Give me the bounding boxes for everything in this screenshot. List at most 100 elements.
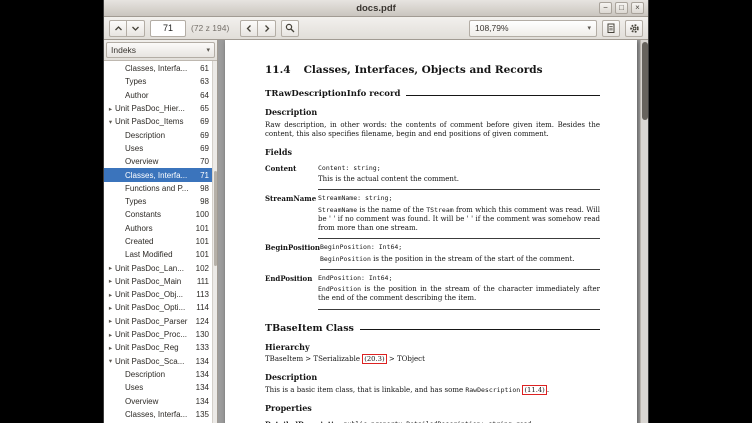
zoom-value: 108,79%	[475, 23, 509, 33]
text-span: TBaseItem > TSerializable	[265, 355, 362, 363]
tree-item[interactable]: Types63	[104, 75, 217, 88]
record-heading: TRawDescriptionInfo record	[265, 89, 600, 99]
tree-item[interactable]: ▸Unit PasDoc_Lan...102	[104, 261, 217, 274]
tree-item-page: 64	[200, 91, 209, 100]
maximize-button[interactable]: □	[615, 2, 628, 14]
tree-item[interactable]: Created101	[104, 235, 217, 248]
class-heading: TBaseItem Class	[265, 323, 600, 334]
tree-item-page: 98	[200, 184, 209, 193]
zoom-combo[interactable]: 108,79% ▾	[469, 20, 597, 37]
sidebar-scrollbar[interactable]	[212, 61, 217, 423]
property-row: DetailedDescriptionpublic property Detai…	[265, 416, 600, 423]
sidebar-scrollbar-thumb[interactable]	[214, 171, 217, 266]
expander-closed-icon[interactable]: ▸	[106, 317, 115, 325]
tree-item-page: 134	[196, 357, 209, 366]
tree-item[interactable]: ▸Unit PasDoc_Proc...130	[104, 328, 217, 341]
chevron-left-icon	[245, 24, 254, 33]
menu-button[interactable]	[625, 20, 643, 37]
document-scrollbar-thumb[interactable]	[642, 42, 648, 120]
document-scrollbar[interactable]	[640, 40, 648, 423]
page-nav-group	[109, 20, 145, 37]
tree-item[interactable]: Classes, Interfa...61	[104, 62, 217, 75]
tree-item[interactable]: Last Modified101	[104, 248, 217, 261]
pdf-viewer-window: docs.pdf − □ × (72 z 194)	[104, 0, 648, 423]
tree-item-label: Created	[125, 237, 193, 246]
text-span: This is the actual content the comment.	[318, 175, 459, 183]
tree-item-label: Unit PasDoc_Items	[115, 117, 197, 126]
tree-item[interactable]: Description69	[104, 128, 217, 141]
tree-item-page: 69	[200, 117, 209, 126]
chevron-down-icon: ▾	[206, 46, 210, 54]
page-number-input[interactable]	[150, 20, 186, 37]
section-heading: 11.4 Classes, Interfaces, Objects and Re…	[265, 64, 600, 76]
page-ref-link[interactable]: (20.3)	[362, 354, 386, 364]
field-row: ContentContent: string;This is the actua…	[265, 160, 600, 191]
tree-item[interactable]: Overview134	[104, 394, 217, 407]
expander-closed-icon[interactable]: ▸	[106, 105, 115, 113]
search-button[interactable]	[281, 20, 299, 37]
declaration-code: Content: string;	[318, 164, 548, 173]
tree-item-page: 133	[196, 343, 209, 352]
record-title: TRawDescriptionInfo record	[265, 89, 400, 99]
next-page-button[interactable]	[127, 20, 145, 37]
history-nav-group	[240, 20, 276, 37]
heading-rule	[406, 95, 600, 96]
declaration-code: StreamName: string;	[318, 194, 548, 203]
text-span: is the position in the stream of the cha…	[318, 285, 600, 302]
tree-item-label: Unit PasDoc_Lan...	[115, 264, 193, 273]
tree-item[interactable]: Classes, Interfa...135	[104, 408, 217, 421]
index-tree: Classes, Interfa...61Types63Author64▸Uni…	[104, 61, 217, 423]
tree-item[interactable]: ▸Unit PasDoc_Main111	[104, 275, 217, 288]
tree-item-page: 102	[196, 264, 209, 273]
tree-item[interactable]: Constants100	[104, 208, 217, 221]
field-body: EndPosition: Int64;EndPosition is the po…	[318, 274, 600, 310]
declaration-code: EndPosition: Int64;	[318, 274, 548, 283]
tree-item[interactable]: ▸Unit PasDoc_Obj...113	[104, 288, 217, 301]
tree-item-page: 113	[196, 290, 209, 299]
page-view-button[interactable]	[602, 20, 620, 37]
tree-item[interactable]: ▸Unit PasDoc_Reg133	[104, 341, 217, 354]
sidebar-mode-combo[interactable]: Indeks ▾	[106, 42, 215, 58]
expander-closed-icon[interactable]: ▸	[106, 344, 115, 352]
tree-item[interactable]: Uses69	[104, 142, 217, 155]
tree-item-label: Uses	[125, 144, 197, 153]
close-button[interactable]: ×	[631, 2, 644, 14]
tree-item[interactable]: Types98	[104, 195, 217, 208]
tree-item[interactable]: ▸Unit PasDoc_Parser124	[104, 315, 217, 328]
expander-open-icon[interactable]: ▾	[106, 357, 115, 365]
previous-page-button[interactable]	[109, 20, 127, 37]
expander-closed-icon[interactable]: ▸	[106, 331, 115, 339]
tree-item[interactable]: ▸Unit PasDoc_Hier...65	[104, 102, 217, 115]
history-forward-button[interactable]	[258, 20, 276, 37]
tree-item[interactable]: Classes, Interfa...71	[104, 168, 217, 181]
tree-item-page: 114	[196, 303, 209, 312]
expander-closed-icon[interactable]: ▸	[106, 277, 115, 285]
class-title: TBaseItem Class	[265, 323, 354, 334]
minimize-button[interactable]: −	[599, 2, 612, 14]
tree-item-page: 130	[196, 330, 209, 339]
tree-item-label: Classes, Interfa...	[125, 410, 193, 419]
tree-item[interactable]: Functions and P...98	[104, 182, 217, 195]
tree-item[interactable]: ▸Unit PasDoc_Opti...114	[104, 301, 217, 314]
history-back-button[interactable]	[240, 20, 258, 37]
tree-item[interactable]: Description134	[104, 368, 217, 381]
tree-item-label: Overview	[125, 157, 197, 166]
page-icon	[606, 23, 616, 34]
tree-item[interactable]: Overview70	[104, 155, 217, 168]
tree-item[interactable]: ▾Unit PasDoc_Sca...134	[104, 355, 217, 368]
titlebar[interactable]: docs.pdf − □ ×	[104, 0, 648, 17]
expander-closed-icon[interactable]: ▸	[106, 264, 115, 272]
sidebar-header: Indeks ▾	[104, 40, 217, 61]
tree-item[interactable]: Author64	[104, 89, 217, 102]
tree-item[interactable]: Authors101	[104, 222, 217, 235]
tree-item[interactable]: ▾Unit PasDoc_Items69	[104, 115, 217, 128]
close-icon: ×	[635, 3, 640, 12]
text-span: .	[547, 386, 549, 394]
tree-item-label: Authors	[125, 224, 193, 233]
class-description-heading: Description	[265, 372, 600, 382]
expander-closed-icon[interactable]: ▸	[106, 291, 115, 299]
tree-item[interactable]: Uses134	[104, 381, 217, 394]
expander-open-icon[interactable]: ▾	[106, 118, 115, 126]
expander-closed-icon[interactable]: ▸	[106, 304, 115, 312]
page-ref-link[interactable]: (11.4)	[522, 385, 546, 395]
